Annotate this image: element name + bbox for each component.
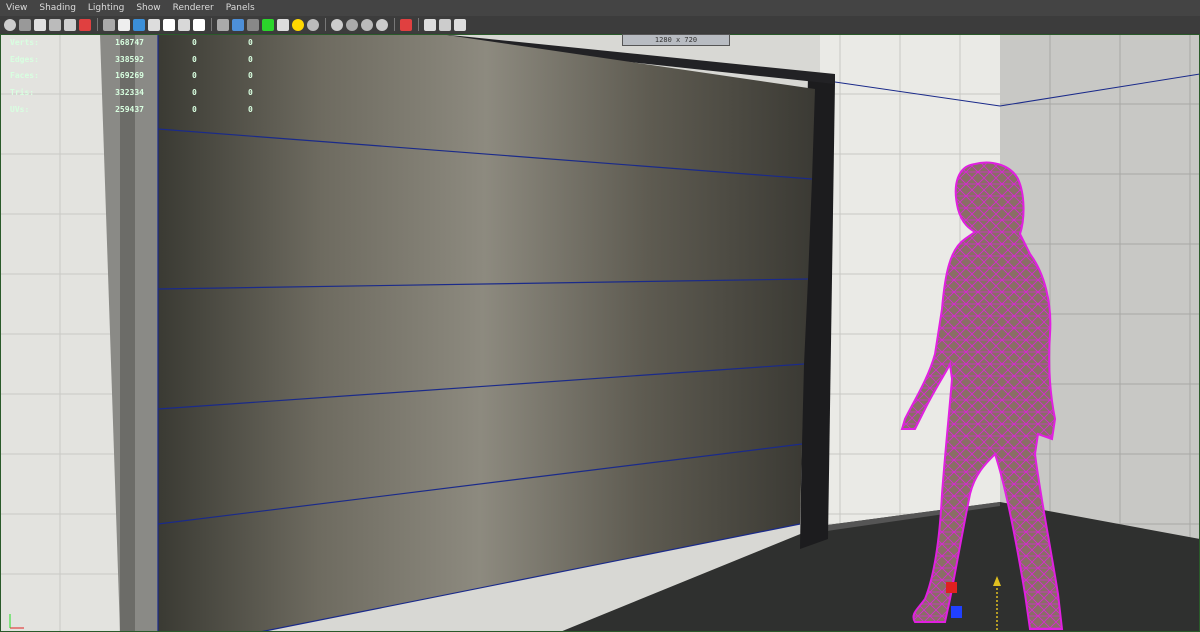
hud-row-faces: Faces: 169269 0 0: [10, 68, 304, 85]
toolbar-separator: [97, 18, 98, 31]
camera-select-icon[interactable]: [331, 18, 343, 31]
hud-row-uvs: UVs: 259437 0 0: [10, 101, 304, 118]
hud-value: 338592: [115, 54, 144, 64]
hud-value: 259437: [115, 105, 144, 115]
hud-value: 168747: [115, 37, 144, 47]
use-all-lights-icon[interactable]: [232, 18, 244, 31]
hud-selected: 0: [192, 88, 197, 98]
xray-components-icon[interactable]: [307, 18, 319, 31]
toolbar-separator: [211, 18, 212, 31]
hud-label: Faces:: [10, 71, 39, 81]
hud-row-edges: Edges: 338592 0 0: [10, 51, 304, 68]
outliner-view-icon[interactable]: [376, 18, 388, 31]
viewport-menu-bar: View Shading Lighting Show Renderer Pane…: [0, 0, 1200, 16]
resolution-gate-icon[interactable]: [79, 18, 91, 31]
hud-selected-2: 0: [248, 37, 253, 47]
menu-show[interactable]: Show: [130, 0, 166, 16]
toolbar-separator: [394, 18, 395, 31]
hud-label: Tris:: [10, 88, 35, 98]
wireframe-on-shaded-icon[interactable]: [193, 18, 205, 31]
shadows-icon[interactable]: [247, 18, 259, 31]
hud-selected: 0: [192, 54, 197, 64]
safe-title-icon[interactable]: [148, 18, 160, 31]
toolbar-separator: [325, 18, 326, 31]
share-icon[interactable]: [454, 18, 466, 31]
image-plane-icon[interactable]: [34, 18, 46, 31]
hud-row-verts: Verts: 168747 0 0: [10, 34, 304, 51]
poly-count-hud: Verts: 168747 0 0 Edges: 338592 0 0 Face…: [10, 34, 304, 118]
textured-icon[interactable]: [217, 18, 229, 31]
3d-viewport[interactable]: 1280 x 720 Verts: 168747 0 0 Edges: 3385…: [0, 34, 1200, 632]
menu-renderer[interactable]: Renderer: [167, 0, 220, 16]
hud-label: Verts:: [10, 37, 39, 47]
viewport-scene: [0, 34, 1200, 632]
hud-label: UVs:: [10, 105, 30, 115]
hud-value: 332334: [115, 88, 144, 98]
wireframe-icon[interactable]: [163, 18, 175, 31]
toolbar-separator: [418, 18, 419, 31]
xray-icon[interactable]: [277, 18, 289, 31]
isolate-select-icon[interactable]: [262, 18, 274, 31]
select-tool-icon[interactable]: [400, 18, 412, 31]
copy-view-icon[interactable]: [439, 18, 451, 31]
xray-joints-icon[interactable]: [292, 18, 304, 31]
hud-selected: 0: [192, 71, 197, 81]
menu-shading[interactable]: Shading: [33, 0, 82, 16]
hud-selected-2: 0: [248, 54, 253, 64]
field-chart-icon[interactable]: [118, 18, 130, 31]
hud-value: 169269: [115, 71, 144, 81]
bookmark-icon[interactable]: [19, 18, 31, 31]
single-view-icon[interactable]: [346, 18, 358, 31]
camera-attributes-icon[interactable]: [4, 18, 16, 31]
four-view-icon[interactable]: [361, 18, 373, 31]
cube-view-icon[interactable]: [424, 18, 436, 31]
manipulator-x-handle[interactable]: [946, 582, 957, 593]
grid-icon[interactable]: [49, 18, 61, 31]
hud-selected: 0: [192, 37, 197, 47]
hud-selected-2: 0: [248, 88, 253, 98]
menu-lighting[interactable]: Lighting: [82, 0, 130, 16]
hud-selected: 0: [192, 105, 197, 115]
hud-selected-2: 0: [248, 105, 253, 115]
manipulator-z-handle[interactable]: [951, 606, 962, 618]
gate-mask-icon[interactable]: [103, 18, 115, 31]
menu-view[interactable]: View: [0, 0, 33, 16]
safe-action-icon[interactable]: [133, 18, 145, 31]
film-gate-icon[interactable]: [64, 18, 76, 31]
hud-selected-2: 0: [248, 71, 253, 81]
hud-row-tris: Tris: 332334 0 0: [10, 84, 304, 101]
menu-panels[interactable]: Panels: [220, 0, 261, 16]
hud-label: Edges:: [10, 54, 39, 64]
viewport-toolbar: [0, 16, 1200, 33]
resolution-gate-label: 1280 x 720: [622, 34, 730, 46]
smooth-shade-icon[interactable]: [178, 18, 190, 31]
